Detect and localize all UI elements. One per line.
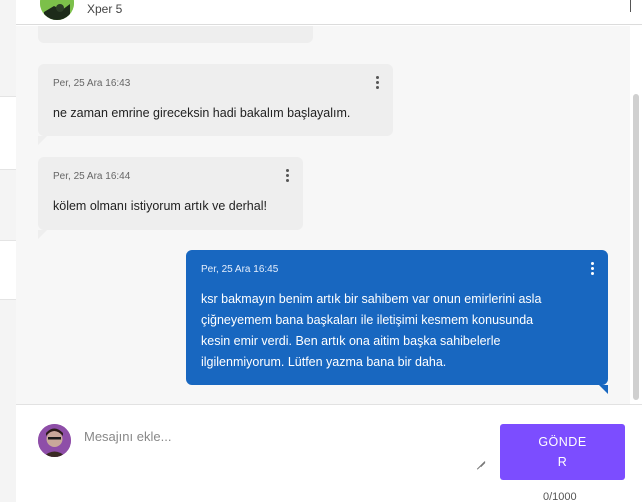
contact-name[interactable]: Xper 5 xyxy=(87,2,122,16)
message-menu-icon[interactable] xyxy=(373,76,381,92)
left-panel-row[interactable] xyxy=(0,240,16,300)
message-list-scrollbar[interactable] xyxy=(630,26,642,404)
message-timestamp: Per, 25 Ara 16:43 xyxy=(53,78,131,89)
contact-avatar[interactable] xyxy=(40,0,74,20)
scrollbar-thumb[interactable] xyxy=(633,94,639,400)
message-bubble-incoming: Per, 25 Ara 16:44 kölem olmanı istiyorum… xyxy=(38,157,303,239)
message-menu-icon[interactable] xyxy=(588,262,596,278)
left-panel-edge xyxy=(0,0,16,502)
header-divider xyxy=(630,0,631,12)
message-text: ksr bakmayın benim artık bir sahibem var… xyxy=(201,292,542,369)
message-timestamp: Per, 25 Ara 16:45 xyxy=(201,264,279,275)
message-timestamp: Per, 25 Ara 16:44 xyxy=(53,171,131,182)
resize-handle-icon[interactable] xyxy=(475,452,485,462)
previous-message-bubble xyxy=(38,26,313,43)
message-composer: GÖNDER 0/1000 xyxy=(16,404,642,502)
chat-header: Xper 5 xyxy=(16,0,642,25)
message-bubble-incoming: Per, 25 Ara 16:43 ne zaman emrine girece… xyxy=(38,64,393,145)
message-text: ne zaman emrine gireceksin hadi bakalım … xyxy=(53,106,351,120)
left-panel-row[interactable] xyxy=(0,96,16,170)
message-text: kölem olmanı istiyorum artık ve derhal! xyxy=(53,199,267,213)
send-button[interactable]: GÖNDER xyxy=(500,424,625,480)
user-avatar xyxy=(38,424,71,457)
message-list[interactable]: Per, 25 Ara 16:43 ne zaman emrine girece… xyxy=(16,26,630,404)
message-input[interactable] xyxy=(84,429,486,465)
message-menu-icon[interactable] xyxy=(283,169,291,185)
message-bubble-outgoing: Per, 25 Ara 16:45 ksr bakmayın benim art… xyxy=(186,250,608,394)
character-counter: 0/1000 xyxy=(543,491,577,502)
